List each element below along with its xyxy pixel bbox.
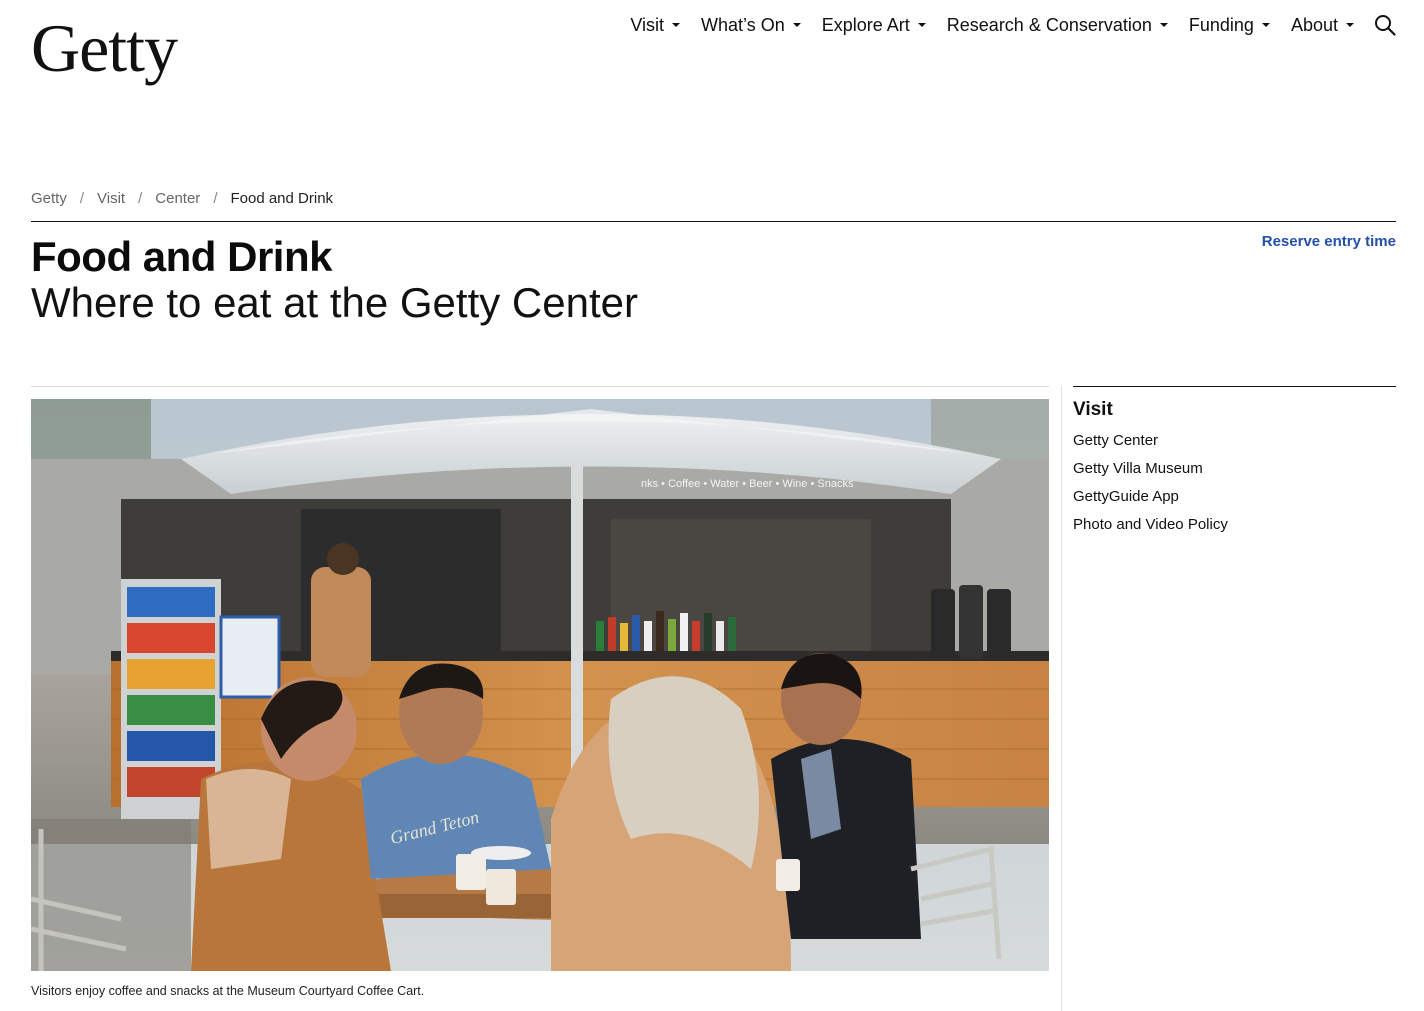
nav-label: Explore Art	[821, 14, 910, 35]
sidebar-item-getty-center[interactable]: Getty Center	[1073, 431, 1228, 459]
caret-down-icon	[1346, 23, 1354, 27]
content-divider	[31, 386, 1049, 387]
nav-label: About	[1290, 14, 1338, 35]
column-divider	[1061, 386, 1062, 1011]
caret-down-icon	[792, 23, 801, 27]
main-navigation: Visit What’s On Explore Art Research & C…	[630, 14, 1396, 36]
sidebar-item-gettyguide-app[interactable]: GettyGuide App	[1073, 487, 1228, 515]
getty-logo[interactable]: Getty	[31, 14, 178, 82]
sidebar-heading: Visit	[1073, 399, 1113, 420]
nav-label: Visit	[630, 14, 665, 35]
search-icon[interactable]	[1374, 14, 1396, 36]
sidebar-item-photo-video-policy[interactable]: Photo and Video Policy	[1073, 515, 1228, 543]
cart-sign-text: nks • Coffee • Water • Beer • Wine • Sna…	[641, 478, 854, 490]
caret-down-icon	[917, 23, 926, 27]
nav-label: Funding	[1188, 14, 1254, 35]
nav-funding[interactable]: Funding	[1189, 15, 1270, 36]
header-divider	[31, 221, 1396, 222]
caret-down-icon	[672, 23, 681, 27]
breadcrumb-separator: /	[213, 190, 218, 207]
nav-label: Research & Conservation	[946, 14, 1152, 35]
caret-down-icon	[1159, 23, 1168, 27]
nav-visit[interactable]: Visit	[630, 14, 681, 36]
breadcrumb-current: Food and Drink	[230, 190, 334, 207]
page-subtitle: Where to eat at the Getty Center	[31, 279, 638, 326]
coffee-cart-photo: nks • Coffee • Water • Beer • Wine • Sna…	[31, 399, 1049, 971]
page-title: Food and Drink	[31, 233, 333, 280]
breadcrumb-separator: /	[79, 190, 85, 207]
nav-whats-on[interactable]: What’s On	[701, 15, 801, 36]
caret-down-icon	[1261, 23, 1270, 27]
breadcrumb-visit[interactable]: Visit	[97, 190, 125, 207]
sidebar-nav: Getty Center Getty Villa Museum GettyGui…	[1073, 431, 1228, 543]
nav-label: What’s On	[701, 14, 785, 35]
breadcrumb-center[interactable]: Center	[155, 190, 200, 207]
breadcrumb: Getty / Visit / Center / Food and Drink	[31, 190, 333, 207]
image-caption: Visitors enjoy coffee and snacks at the …	[31, 984, 425, 998]
nav-about[interactable]: About	[1291, 15, 1354, 36]
nav-explore-art[interactable]: Explore Art	[822, 15, 926, 36]
nav-research-conservation[interactable]: Research & Conservation	[947, 15, 1168, 36]
reserve-entry-link[interactable]: Reserve entry time	[1262, 233, 1396, 250]
breadcrumb-getty[interactable]: Getty	[31, 190, 67, 207]
breadcrumb-separator: /	[138, 190, 143, 207]
sidebar-divider	[1073, 386, 1396, 387]
sidebar-item-getty-villa-museum[interactable]: Getty Villa Museum	[1073, 459, 1228, 487]
hero-image: nks • Coffee • Water • Beer • Wine • Sna…	[31, 399, 1049, 971]
